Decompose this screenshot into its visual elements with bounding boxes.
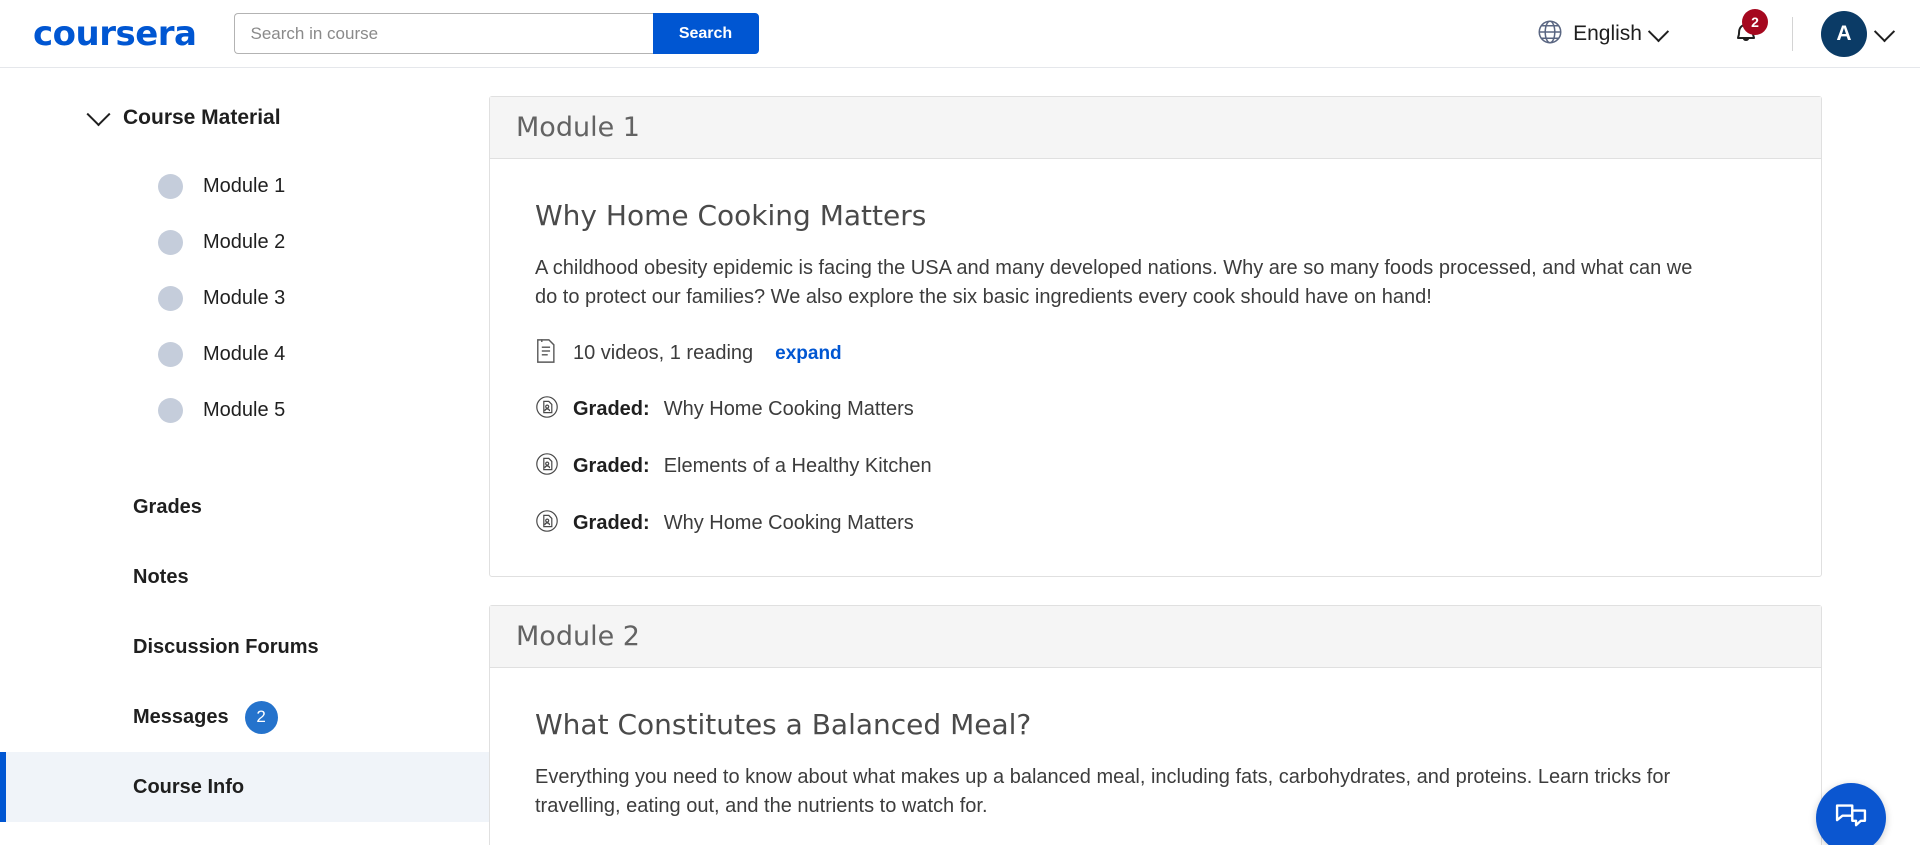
sidebar-item-label: Module 5 (203, 399, 285, 422)
sidebar-module-list: Module 1 Module 2 Module 3 Module 4 Modu… (0, 158, 489, 438)
sidebar-item-label: Module 2 (203, 231, 285, 254)
language-selector[interactable]: English (1536, 18, 1666, 51)
account-menu[interactable]: A (1821, 11, 1892, 57)
lesson-title: What Constitutes a Balanced Meal? (535, 708, 1791, 741)
module-status-dot-icon (158, 342, 183, 367)
expand-link[interactable]: expand (775, 343, 842, 365)
module-title: Module 1 (516, 112, 640, 143)
graded-item[interactable]: Graded: Why Home Cooking Matters (535, 395, 1791, 424)
notifications-button[interactable]: 2 (1726, 14, 1766, 54)
sidebar-item-label: Messages (133, 706, 229, 729)
module-card-body: What Constitutes a Balanced Meal? Everyt… (490, 668, 1821, 845)
module-card-header: Module 2 (490, 606, 1821, 668)
assignment-icon (535, 509, 559, 538)
module-card-header: Module 1 (490, 97, 1821, 159)
module-title: Module 2 (516, 621, 640, 652)
language-label: English (1573, 22, 1642, 46)
messages-count-badge: 2 (245, 701, 278, 734)
course-sidebar: Course Material Module 1 Module 2 Module… (0, 68, 489, 845)
lesson-description: Everything you need to know about what m… (535, 763, 1710, 821)
sidebar-item-module-4[interactable]: Module 4 (0, 326, 489, 382)
search-button[interactable]: Search (653, 13, 759, 54)
chevron-down-icon (1648, 21, 1669, 42)
coursera-logo[interactable]: coursera (33, 17, 197, 51)
page-body: Course Material Module 1 Module 2 Module… (0, 68, 1920, 845)
header-divider (1792, 17, 1793, 51)
avatar: A (1821, 11, 1867, 57)
module-card: Module 1 Why Home Cooking Matters A chil… (489, 96, 1822, 577)
lesson-meta-text: 10 videos, 1 reading (573, 342, 753, 365)
sidebar-item-label: Grades (133, 496, 202, 519)
main-content: Module 1 Why Home Cooking Matters A chil… (489, 68, 1920, 845)
search-input[interactable] (234, 13, 653, 54)
top-header: coursera Search English (0, 0, 1920, 68)
notification-count-badge: 2 (1742, 9, 1768, 35)
assignment-icon (535, 452, 559, 481)
module-status-dot-icon (158, 398, 183, 423)
sidebar-item-grades[interactable]: Grades (0, 472, 489, 542)
course-search: Search (234, 13, 759, 54)
graded-item[interactable]: Graded: Why Home Cooking Matters (535, 509, 1791, 538)
graded-label: Graded: (573, 455, 650, 478)
sidebar-item-label: Module 3 (203, 287, 285, 310)
sidebar-item-label: Course Info (133, 776, 244, 799)
module-card: Module 2 What Constitutes a Balanced Mea… (489, 605, 1822, 845)
graded-name: Why Home Cooking Matters (664, 398, 914, 421)
sidebar-item-label: Module 4 (203, 343, 285, 366)
sidebar-section-course-material[interactable]: Course Material (0, 98, 489, 138)
header-actions: English 2 A (1536, 0, 1920, 68)
module-status-dot-icon (158, 174, 183, 199)
chevron-down-icon (86, 102, 110, 126)
assignment-icon (535, 395, 559, 424)
document-icon (535, 338, 559, 369)
sidebar-item-label: Discussion Forums (133, 636, 319, 659)
sidebar-item-messages[interactable]: Messages 2 (0, 682, 489, 752)
module-status-dot-icon (158, 286, 183, 311)
lesson-meta-row: 10 videos, 1 reading expand (535, 338, 1791, 369)
chat-support-button[interactable] (1816, 783, 1886, 845)
lesson-title: Why Home Cooking Matters (535, 199, 1791, 232)
lesson-description: A childhood obesity epidemic is facing t… (535, 254, 1710, 312)
chat-bubbles-icon (1832, 797, 1870, 840)
sidebar-item-label: Module 1 (203, 175, 285, 198)
sidebar-item-course-info[interactable]: Course Info (0, 752, 489, 822)
sidebar-item-module-3[interactable]: Module 3 (0, 270, 489, 326)
graded-name: Why Home Cooking Matters (664, 512, 914, 535)
graded-name: Elements of a Healthy Kitchen (664, 455, 932, 478)
graded-label: Graded: (573, 398, 650, 421)
sidebar-item-module-1[interactable]: Module 1 (0, 158, 489, 214)
chevron-down-icon (1874, 21, 1895, 42)
sidebar-item-notes[interactable]: Notes (0, 542, 489, 612)
sidebar-item-discussion-forums[interactable]: Discussion Forums (0, 612, 489, 682)
graded-label: Graded: (573, 512, 650, 535)
sidebar-item-module-5[interactable]: Module 5 (0, 382, 489, 438)
sidebar-link-list: Grades Notes Discussion Forums Messages … (0, 472, 489, 822)
module-status-dot-icon (158, 230, 183, 255)
module-card-body: Why Home Cooking Matters A childhood obe… (490, 159, 1821, 576)
globe-icon (1536, 18, 1564, 51)
sidebar-item-module-2[interactable]: Module 2 (0, 214, 489, 270)
graded-item[interactable]: Graded: Elements of a Healthy Kitchen (535, 452, 1791, 481)
sidebar-item-label: Notes (133, 566, 189, 589)
sidebar-section-label: Course Material (123, 106, 281, 130)
